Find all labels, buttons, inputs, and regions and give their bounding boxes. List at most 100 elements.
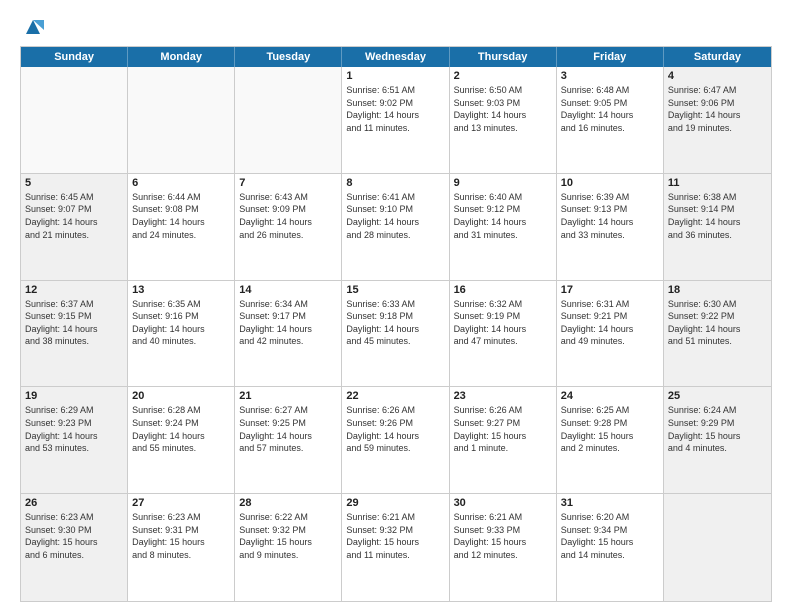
day-number: 14 [239, 284, 337, 296]
day-info: Sunrise: 6:23 AM Sunset: 9:31 PM Dayligh… [132, 511, 230, 561]
day-cell-9: 9Sunrise: 6:40 AM Sunset: 9:12 PM Daylig… [450, 174, 557, 280]
day-info: Sunrise: 6:48 AM Sunset: 9:05 PM Dayligh… [561, 84, 659, 134]
day-info: Sunrise: 6:24 AM Sunset: 9:29 PM Dayligh… [668, 404, 767, 454]
day-number: 23 [454, 390, 552, 402]
day-info: Sunrise: 6:20 AM Sunset: 9:34 PM Dayligh… [561, 511, 659, 561]
day-info: Sunrise: 6:26 AM Sunset: 9:27 PM Dayligh… [454, 404, 552, 454]
day-cell-30: 30Sunrise: 6:21 AM Sunset: 9:33 PM Dayli… [450, 494, 557, 601]
week-row-1: 1 Sunrise: 6:51 AM Sunset: 9:02 PM Daylig… [21, 67, 771, 174]
day-number: 26 [25, 497, 123, 509]
day-info: Sunrise: 6:39 AM Sunset: 9:13 PM Dayligh… [561, 191, 659, 241]
day-number: 18 [668, 284, 767, 296]
day-cell-7: 7 Sunrise: 6:43 AM Sunset: 9:09 PM Daylig… [235, 174, 342, 280]
day-cell-14: 14 Sunrise: 6:34 AM Sunset: 9:17 PM Dayli… [235, 281, 342, 387]
calendar-header: SundayMondayTuesdayWednesdayThursdayFrid… [21, 47, 771, 67]
day-number: 7 [239, 177, 337, 189]
header-day-thursday: Thursday [450, 47, 557, 67]
day-cell-27: 27Sunrise: 6:23 AM Sunset: 9:31 PM Dayli… [128, 494, 235, 601]
day-info: Sunrise: 6:41 AM Sunset: 9:10 PM Dayligh… [346, 191, 444, 241]
logo-text [20, 16, 46, 38]
day-info: Sunrise: 6:40 AM Sunset: 9:12 PM Dayligh… [454, 191, 552, 241]
day-info: Sunrise: 6:25 AM Sunset: 9:28 PM Dayligh… [561, 404, 659, 454]
day-cell-21: 21 Sunrise: 6:27 AM Sunset: 9:25 PM Dayli… [235, 387, 342, 493]
day-number: 6 [132, 177, 230, 189]
day-info: Sunrise: 6:31 AM Sunset: 9:21 PM Dayligh… [561, 298, 659, 348]
day-number: 22 [346, 390, 444, 402]
calendar: SundayMondayTuesdayWednesdayThursdayFrid… [20, 46, 772, 602]
day-cell-6: 6 Sunrise: 6:44 AM Sunset: 9:08 PM Daylig… [128, 174, 235, 280]
day-number: 15 [346, 284, 444, 296]
day-cell-24: 24 Sunrise: 6:25 AM Sunset: 9:28 PM Dayli… [557, 387, 664, 493]
logo [20, 16, 46, 38]
day-info: Sunrise: 6:38 AM Sunset: 9:14 PM Dayligh… [668, 191, 767, 241]
day-info: Sunrise: 6:44 AM Sunset: 9:08 PM Dayligh… [132, 191, 230, 241]
day-cell-18: 18 Sunrise: 6:30 AM Sunset: 9:22 PM Dayli… [664, 281, 771, 387]
day-cell-3: 3 Sunrise: 6:48 AM Sunset: 9:05 PM Daylig… [557, 67, 664, 173]
day-cell-8: 8Sunrise: 6:41 AM Sunset: 9:10 PM Daylig… [342, 174, 449, 280]
empty-cell [21, 67, 128, 173]
day-info: Sunrise: 6:35 AM Sunset: 9:16 PM Dayligh… [132, 298, 230, 348]
day-number: 20 [132, 390, 230, 402]
header-day-friday: Friday [557, 47, 664, 67]
day-info: Sunrise: 6:23 AM Sunset: 9:30 PM Dayligh… [25, 511, 123, 561]
day-info: Sunrise: 6:33 AM Sunset: 9:18 PM Dayligh… [346, 298, 444, 348]
day-cell-17: 17 Sunrise: 6:31 AM Sunset: 9:21 PM Dayli… [557, 281, 664, 387]
day-info: Sunrise: 6:21 AM Sunset: 9:33 PM Dayligh… [454, 511, 552, 561]
day-number: 1 [346, 70, 444, 82]
day-number: 11 [668, 177, 767, 189]
day-cell-26: 26 Sunrise: 6:23 AM Sunset: 9:30 PM Dayli… [21, 494, 128, 601]
day-cell-15: 15 Sunrise: 6:33 AM Sunset: 9:18 PM Dayli… [342, 281, 449, 387]
day-info: Sunrise: 6:45 AM Sunset: 9:07 PM Dayligh… [25, 191, 123, 241]
day-number: 13 [132, 284, 230, 296]
day-number: 24 [561, 390, 659, 402]
day-cell-20: 20 Sunrise: 6:28 AM Sunset: 9:24 PM Dayli… [128, 387, 235, 493]
empty-cell [128, 67, 235, 173]
day-cell-2: 2 Sunrise: 6:50 AM Sunset: 9:03 PM Daylig… [450, 67, 557, 173]
day-info: Sunrise: 6:29 AM Sunset: 9:23 PM Dayligh… [25, 404, 123, 454]
day-info: Sunrise: 6:50 AM Sunset: 9:03 PM Dayligh… [454, 84, 552, 134]
day-cell-23: 23 Sunrise: 6:26 AM Sunset: 9:27 PM Dayli… [450, 387, 557, 493]
day-cell-28: 28Sunrise: 6:22 AM Sunset: 9:32 PM Dayli… [235, 494, 342, 601]
header-day-monday: Monday [128, 47, 235, 67]
day-info: Sunrise: 6:37 AM Sunset: 9:15 PM Dayligh… [25, 298, 123, 348]
day-info: Sunrise: 6:21 AM Sunset: 9:32 PM Dayligh… [346, 511, 444, 561]
day-number: 2 [454, 70, 552, 82]
day-info: Sunrise: 6:26 AM Sunset: 9:26 PM Dayligh… [346, 404, 444, 454]
day-number: 29 [346, 497, 444, 509]
day-number: 28 [239, 497, 337, 509]
day-cell-31: 31 Sunrise: 6:20 AM Sunset: 9:34 PM Dayli… [557, 494, 664, 601]
day-number: 10 [561, 177, 659, 189]
day-cell-11: 11 Sunrise: 6:38 AM Sunset: 9:14 PM Dayli… [664, 174, 771, 280]
header [20, 16, 772, 38]
day-cell-5: 5Sunrise: 6:45 AM Sunset: 9:07 PM Daylig… [21, 174, 128, 280]
day-info: Sunrise: 6:43 AM Sunset: 9:09 PM Dayligh… [239, 191, 337, 241]
day-number: 17 [561, 284, 659, 296]
day-info: Sunrise: 6:51 AM Sunset: 9:02 PM Dayligh… [346, 84, 444, 134]
day-number: 4 [668, 70, 767, 82]
day-cell-16: 16 Sunrise: 6:32 AM Sunset: 9:19 PM Dayli… [450, 281, 557, 387]
day-number: 25 [668, 390, 767, 402]
day-info: Sunrise: 6:30 AM Sunset: 9:22 PM Dayligh… [668, 298, 767, 348]
day-number: 19 [25, 390, 123, 402]
day-cell-19: 19 Sunrise: 6:29 AM Sunset: 9:23 PM Dayli… [21, 387, 128, 493]
day-number: 21 [239, 390, 337, 402]
day-info: Sunrise: 6:32 AM Sunset: 9:19 PM Dayligh… [454, 298, 552, 348]
day-info: Sunrise: 6:34 AM Sunset: 9:17 PM Dayligh… [239, 298, 337, 348]
day-cell-10: 10 Sunrise: 6:39 AM Sunset: 9:13 PM Dayli… [557, 174, 664, 280]
day-number: 16 [454, 284, 552, 296]
day-number: 31 [561, 497, 659, 509]
week-row-4: 19 Sunrise: 6:29 AM Sunset: 9:23 PM Dayli… [21, 387, 771, 494]
day-number: 3 [561, 70, 659, 82]
empty-cell [664, 494, 771, 601]
week-row-3: 12 Sunrise: 6:37 AM Sunset: 9:15 PM Dayli… [21, 281, 771, 388]
day-cell-13: 13 Sunrise: 6:35 AM Sunset: 9:16 PM Dayli… [128, 281, 235, 387]
header-day-saturday: Saturday [664, 47, 771, 67]
day-info: Sunrise: 6:28 AM Sunset: 9:24 PM Dayligh… [132, 404, 230, 454]
header-day-sunday: Sunday [21, 47, 128, 67]
empty-cell [235, 67, 342, 173]
calendar-body: 1 Sunrise: 6:51 AM Sunset: 9:02 PM Daylig… [21, 67, 771, 601]
day-cell-25: 25 Sunrise: 6:24 AM Sunset: 9:29 PM Dayli… [664, 387, 771, 493]
day-cell-29: 29 Sunrise: 6:21 AM Sunset: 9:32 PM Dayli… [342, 494, 449, 601]
day-number: 12 [25, 284, 123, 296]
day-info: Sunrise: 6:27 AM Sunset: 9:25 PM Dayligh… [239, 404, 337, 454]
